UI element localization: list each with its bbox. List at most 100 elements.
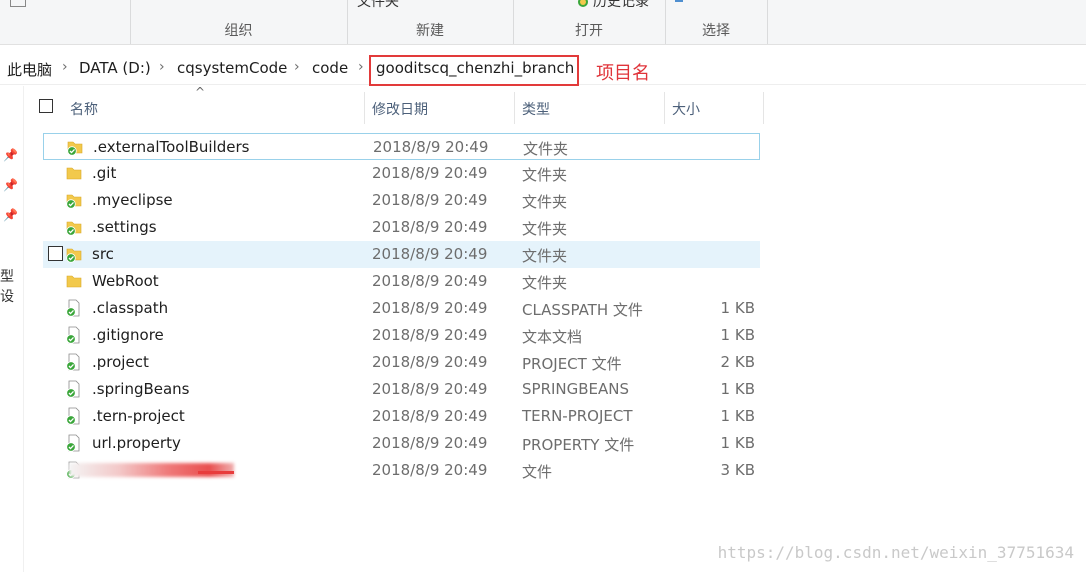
select-all-icon[interactable]: [675, 0, 683, 2]
file-size: 3 KB: [720, 461, 755, 479]
file-modified-date: 2018/8/9 20:49: [372, 326, 488, 344]
file-sync-icon: [65, 326, 83, 344]
file-row[interactable]: WebRoot 2018/8/9 20:49 文件夹: [43, 268, 760, 295]
ribbon-group-new: 文件夹 新建: [347, 0, 514, 44]
history-icon: [578, 0, 588, 7]
file-name: .springBeans: [92, 380, 190, 398]
file-type: CLASSPATH 文件: [522, 301, 643, 319]
file-modified-date: 2018/8/9 20:49: [372, 461, 488, 479]
folder-sync-icon: [65, 191, 83, 209]
file-sync-icon: [65, 434, 83, 452]
file-modified-date: 2018/8/9 20:49: [372, 218, 488, 236]
ribbon-group-label: 新建: [416, 23, 444, 39]
file-sync-icon: [65, 353, 83, 371]
file-type: 文件夹: [523, 140, 569, 158]
file-sync-icon: [65, 380, 83, 398]
row-checkbox[interactable]: [48, 246, 63, 261]
file-row[interactable]: .git 2018/8/9 20:49 文件夹: [43, 160, 760, 187]
file-size: 1 KB: [720, 299, 755, 317]
file-sync-icon: [65, 299, 83, 317]
file-name: src: [92, 245, 114, 263]
file-row[interactable]: .tern-project 2018/8/9 20:49 TERN-PROJEC…: [43, 403, 760, 430]
pin-icon[interactable]: 📌: [3, 208, 18, 222]
breadcrumb-separator[interactable]: ›: [62, 59, 68, 75]
file-type: PROPERTY 文件: [522, 436, 635, 454]
pin-icon[interactable]: 📌: [3, 178, 18, 192]
breadcrumb-cqsystemcode[interactable]: cqsystemCode: [177, 59, 287, 77]
ribbon-group-organize: 组织: [130, 0, 348, 44]
file-modified-date: 2018/8/9 20:49: [372, 299, 488, 317]
file-type: PROJECT 文件: [522, 355, 622, 373]
ribbon: 组织 文件夹 新建 历史记录 打开 选择: [0, 0, 1086, 45]
file-name: WebRoot: [92, 272, 159, 290]
file-size: 1 KB: [720, 434, 755, 452]
history-button[interactable]: 历史记录: [593, 0, 649, 11]
file-modified-date: 2018/8/9 20:49: [372, 407, 488, 425]
file-row[interactable]: .myeclipse 2018/8/9 20:49 文件夹: [43, 187, 760, 214]
file-modified-date: 2018/8/9 20:49: [372, 353, 488, 371]
annotation-label: 项目名: [596, 63, 650, 84]
breadcrumb-code[interactable]: code: [312, 59, 348, 77]
ribbon-group-label: 组织: [224, 23, 253, 39]
breadcrumb-separator[interactable]: ›: [294, 59, 300, 75]
file-size: 2 KB: [720, 353, 755, 371]
file-row[interactable]: .classpath 2018/8/9 20:49 CLASSPATH 文件 1…: [43, 295, 760, 322]
file-type: 文件夹: [522, 193, 568, 211]
file-type: 文件夹: [522, 274, 568, 292]
file-row[interactable]: .project 2018/8/9 20:49 PROJECT 文件 2 KB: [43, 349, 760, 376]
ribbon-group-label: 选择: [702, 23, 730, 39]
file-modified-date: 2018/8/9 20:49: [372, 272, 488, 290]
file-modified-date: 2018/8/9 20:49: [372, 380, 488, 398]
file-type: 文件夹: [522, 247, 568, 265]
file-row[interactable]: url.property 2018/8/9 20:49 PROPERTY 文件 …: [43, 430, 760, 457]
file-size: 1 KB: [720, 407, 755, 425]
file-name: .gitignore: [92, 326, 164, 344]
file-type: SPRINGBEANS: [522, 380, 630, 398]
file-modified-date: 2018/8/9 20:49: [373, 138, 489, 156]
annotation-highlight-box: [369, 55, 579, 86]
file-row[interactable]: .externalToolBuilders 2018/8/9 20:49 文件夹: [43, 133, 760, 160]
column-header-size[interactable]: 大小: [665, 93, 763, 123]
file-name: .project: [92, 353, 149, 371]
file-size: 1 KB: [720, 326, 755, 344]
file-name: .classpath: [92, 299, 169, 317]
breadcrumb-drive[interactable]: DATA (D:): [79, 59, 151, 77]
file-row[interactable]: .settings 2018/8/9 20:49 文件夹: [43, 214, 760, 241]
file-type: 文件夹: [522, 220, 568, 238]
ribbon-group-open: 历史记录 打开: [513, 0, 666, 44]
folder-icon: [65, 272, 83, 290]
file-name: .settings: [92, 218, 157, 236]
breadcrumb-separator[interactable]: ›: [358, 59, 364, 75]
file-sync-icon: [65, 407, 83, 425]
breadcrumb-this-pc[interactable]: 此电脑: [7, 59, 52, 80]
file-name: .git: [92, 164, 117, 182]
breadcrumb-separator[interactable]: ›: [159, 59, 165, 75]
column-header-modified[interactable]: 修改日期: [365, 93, 514, 123]
folder-sync-icon: [65, 245, 83, 263]
redaction-mark: [198, 471, 234, 474]
file-modified-date: 2018/8/9 20:49: [372, 434, 488, 452]
watermark: https://blog.csdn.net/weixin_37751634: [717, 543, 1074, 562]
clipboard-icon[interactable]: [10, 0, 26, 7]
new-folder-button[interactable]: 文件夹: [357, 0, 399, 11]
file-name: url.property: [92, 434, 181, 452]
ribbon-group-clipboard: [0, 0, 131, 44]
column-header-type[interactable]: 类型: [515, 93, 664, 123]
file-row[interactable]: src 2018/8/9 20:49 文件夹: [43, 241, 760, 268]
nav-item-partial[interactable]: 型设: [0, 266, 23, 306]
file-modified-date: 2018/8/9 20:49: [372, 245, 488, 263]
folder-sync-icon: [66, 138, 84, 156]
file-row[interactable]: 2018/8/9 20:49 文件 3 KB: [43, 457, 760, 484]
column-divider[interactable]: [763, 92, 764, 124]
pin-icon[interactable]: 📌: [3, 148, 18, 162]
file-row[interactable]: .gitignore 2018/8/9 20:49 文本文档 1 KB: [43, 322, 760, 349]
file-type: TERN-PROJECT: [522, 407, 633, 425]
file-name: .myeclipse: [92, 191, 173, 209]
file-size: 1 KB: [720, 380, 755, 398]
select-all-checkbox[interactable]: [39, 99, 53, 113]
folder-sync-icon: [65, 218, 83, 236]
column-header-name[interactable]: 名称: [66, 93, 364, 123]
ribbon-group-select: 选择: [665, 0, 768, 44]
folder-icon: [65, 164, 83, 182]
file-row[interactable]: .springBeans 2018/8/9 20:49 SPRINGBEANS …: [43, 376, 760, 403]
